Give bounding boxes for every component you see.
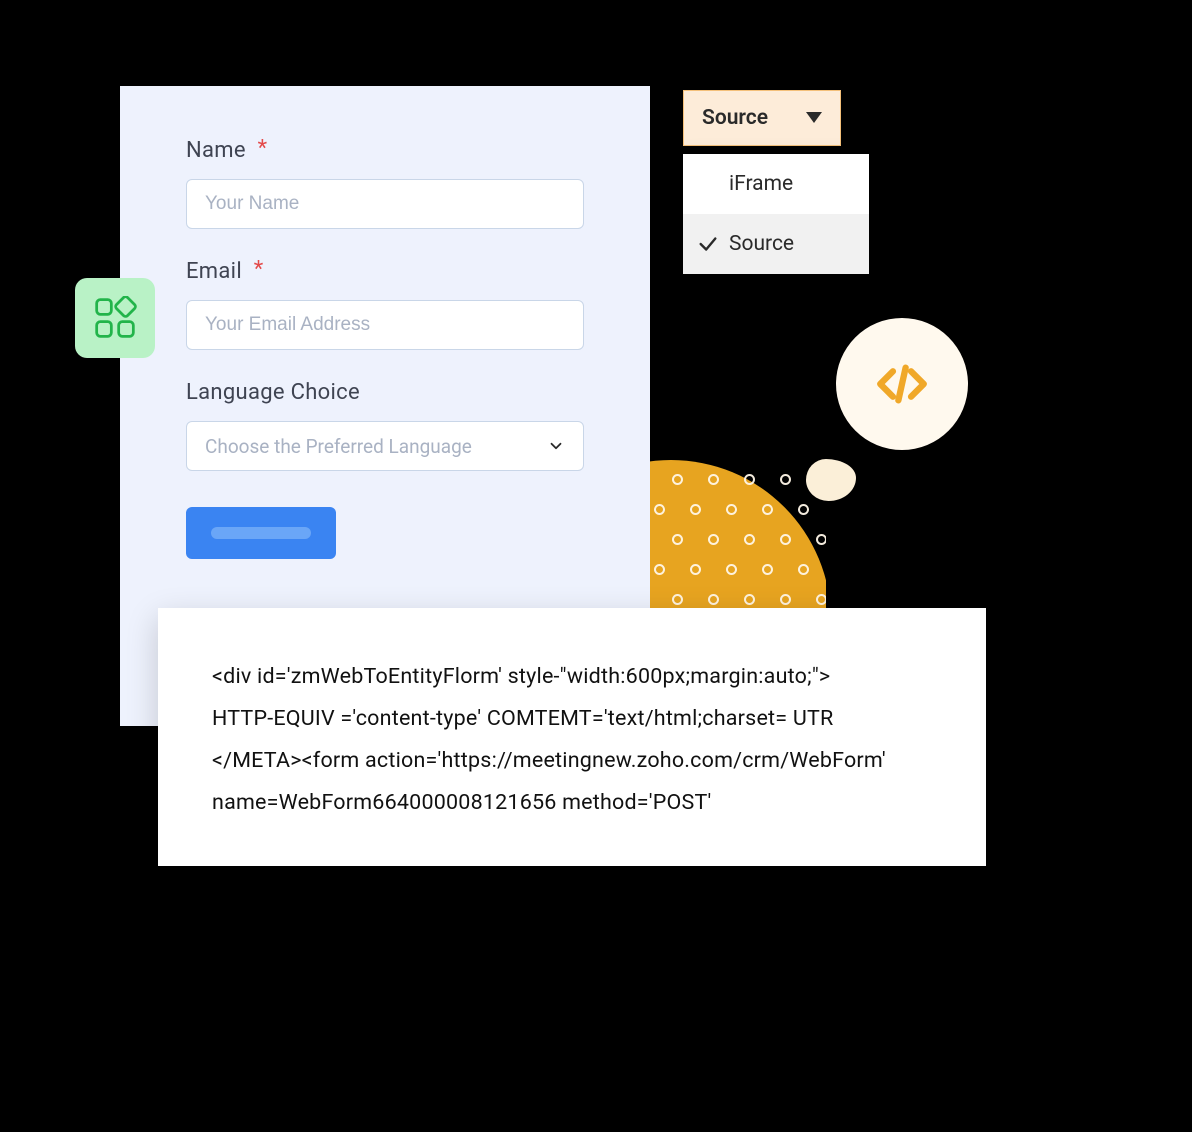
- source-dropdown: Source iFrame Source: [683, 90, 841, 146]
- language-select[interactable]: Choose the Preferred Language: [186, 421, 584, 471]
- required-asterisk: *: [258, 136, 268, 161]
- code-line-1: <div id='zmWebToEntityFlorm' style-"widt…: [212, 656, 932, 698]
- field-name: Name *: [186, 138, 584, 229]
- name-input[interactable]: [186, 179, 584, 229]
- email-label: Email *: [186, 259, 584, 284]
- cream-blob-decoration: [806, 459, 856, 501]
- required-asterisk: *: [254, 257, 264, 282]
- source-dropdown-button[interactable]: Source: [683, 90, 841, 146]
- submit-button-placeholder-bar: [211, 527, 311, 539]
- code-circle-badge: [836, 318, 968, 450]
- email-input[interactable]: [186, 300, 584, 350]
- menu-item-source-label: Source: [729, 232, 794, 256]
- field-language: Language Choice Choose the Preferred Lan…: [186, 380, 584, 471]
- code-panel: <div id='zmWebToEntityFlorm' style-"widt…: [158, 608, 986, 866]
- name-label-text: Name: [186, 138, 246, 163]
- menu-item-iframe-label: iFrame: [729, 172, 793, 196]
- apps-icon: [93, 296, 137, 340]
- source-dropdown-menu: iFrame Source: [683, 154, 869, 274]
- name-label: Name *: [186, 138, 584, 163]
- code-line-3: </META><form action='https://meetingnew.…: [212, 740, 932, 782]
- chevron-down-icon: [547, 437, 565, 455]
- code-line-2: HTTP-EQUIV ='content-type' COMTEMT='text…: [212, 698, 932, 740]
- menu-item-source[interactable]: Source: [683, 214, 869, 274]
- language-placeholder: Choose the Preferred Language: [205, 435, 547, 458]
- source-dropdown-label: Source: [702, 106, 792, 130]
- apps-badge: [75, 278, 155, 358]
- code-line-4: name=WebForm664000008121656 method='POST…: [212, 782, 932, 824]
- code-icon: [873, 355, 931, 413]
- submit-button[interactable]: [186, 507, 336, 559]
- language-label: Language Choice: [186, 380, 584, 405]
- field-email: Email *: [186, 259, 584, 350]
- menu-item-iframe[interactable]: iFrame: [683, 154, 869, 214]
- email-label-text: Email: [186, 259, 242, 284]
- check-icon: [697, 233, 719, 255]
- caret-down-icon: [806, 112, 822, 124]
